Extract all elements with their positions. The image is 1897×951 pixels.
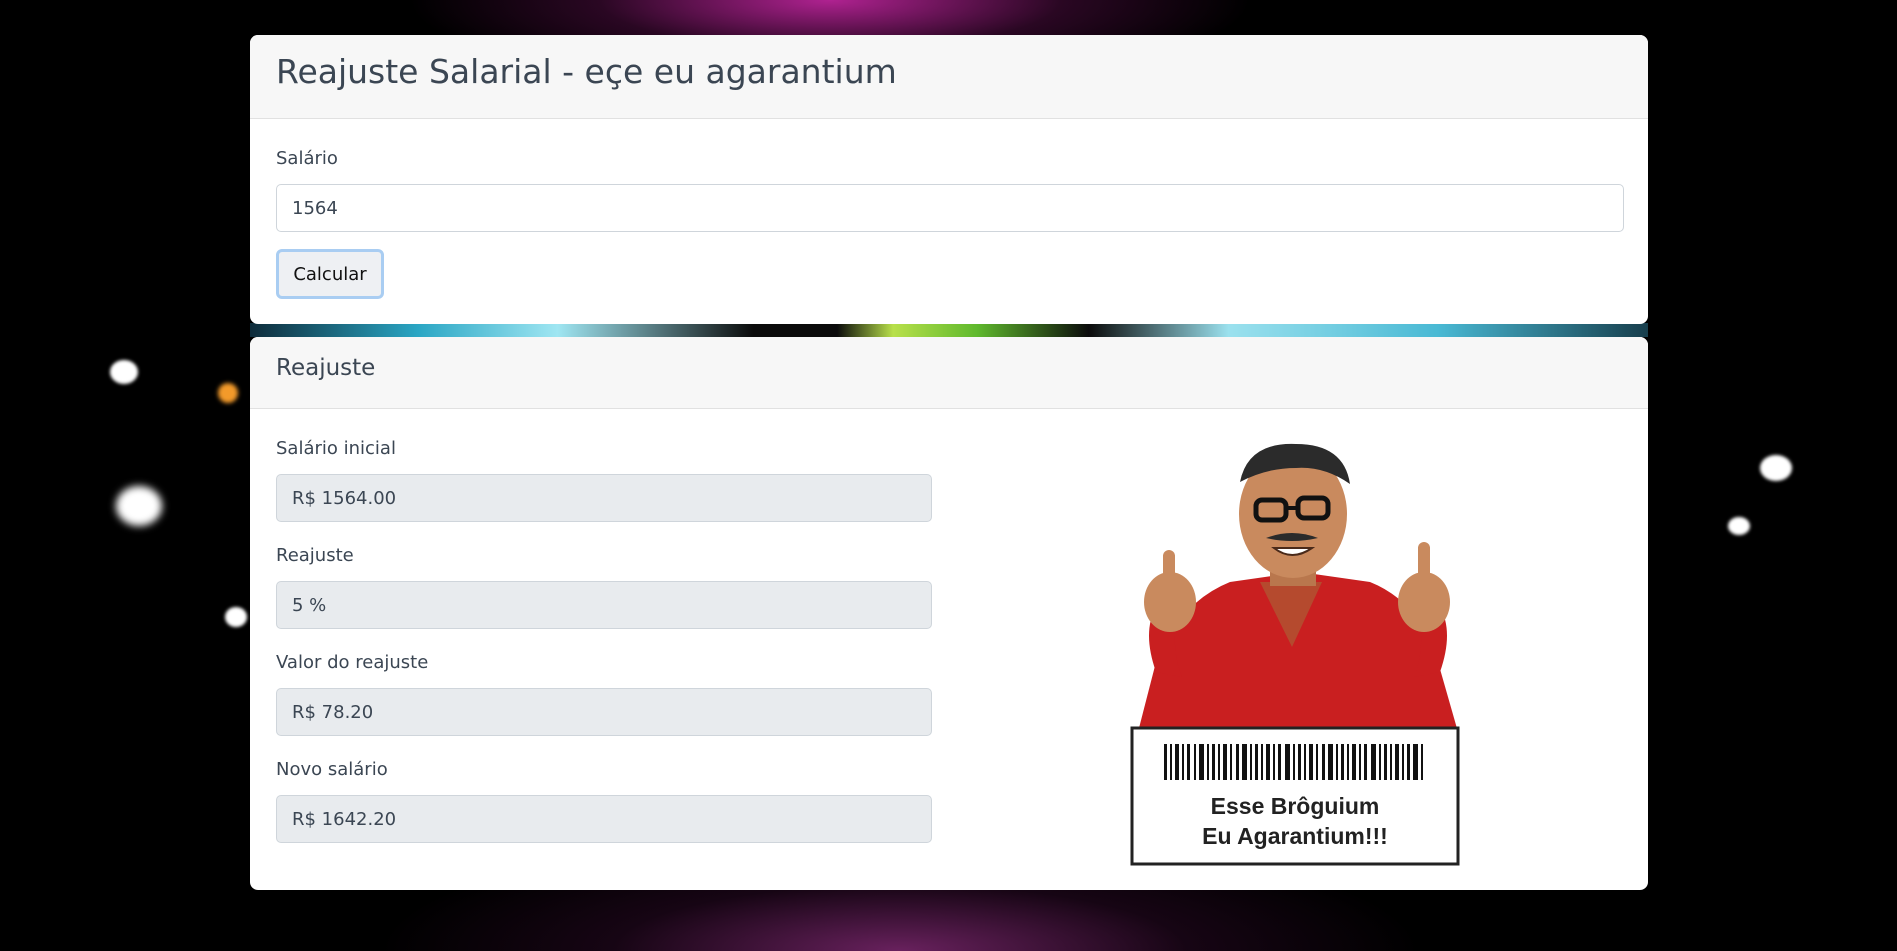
adjustment-percent-label: Reajuste — [276, 545, 354, 566]
adjustment-percent-value: 5 % — [292, 594, 327, 616]
sign-caption-line1: Esse Brôguium — [1211, 793, 1380, 819]
salary-label: Salário — [276, 148, 338, 169]
background-light-dot — [218, 383, 238, 403]
meme-image: Esse Brôguium Eu Agarantium!!! — [1060, 432, 1530, 874]
new-salary-value: R$ 1642.20 — [292, 808, 397, 830]
initial-salary-label: Salário inicial — [276, 438, 396, 459]
page-title: Reajuste Salarial - eçe eu agarantium — [276, 52, 897, 91]
new-salary-field: R$ 1642.20 — [276, 795, 932, 843]
sign-caption-line2: Eu Agarantium!!! — [1202, 823, 1388, 849]
background-light-dot — [110, 360, 138, 384]
initial-salary-value: R$ 1564.00 — [292, 487, 397, 509]
result-card: Reajuste Salário inicial R$ 1564.00 Reaj… — [250, 337, 1648, 890]
salary-input[interactable] — [276, 184, 1624, 232]
background-light-dot — [116, 486, 162, 526]
background-light-dot — [1760, 455, 1792, 481]
adjustment-amount-field: R$ 78.20 — [276, 688, 932, 736]
adjustment-amount-label: Valor do reajuste — [276, 652, 429, 673]
background-light-dot — [225, 607, 247, 627]
new-salary-label: Novo salário — [276, 759, 388, 780]
result-title: Reajuste — [276, 355, 376, 381]
result-card-header: Reajuste — [250, 337, 1648, 409]
barcode-icon — [1164, 744, 1423, 780]
barcode-sign: Esse Brôguium Eu Agarantium!!! — [1130, 726, 1460, 866]
initial-salary-field: R$ 1564.00 — [276, 474, 932, 522]
adjustment-percent-field: 5 % — [276, 581, 932, 629]
background-banner-strip — [250, 323, 1648, 337]
background-light-dot — [1728, 517, 1750, 535]
calculate-button[interactable]: Calcular — [276, 249, 384, 299]
salary-form-card: Reajuste Salarial - eçe eu agarantium Sa… — [250, 35, 1648, 324]
form-card-header: Reajuste Salarial - eçe eu agarantium — [250, 35, 1648, 119]
adjustment-amount-value: R$ 78.20 — [292, 701, 374, 723]
